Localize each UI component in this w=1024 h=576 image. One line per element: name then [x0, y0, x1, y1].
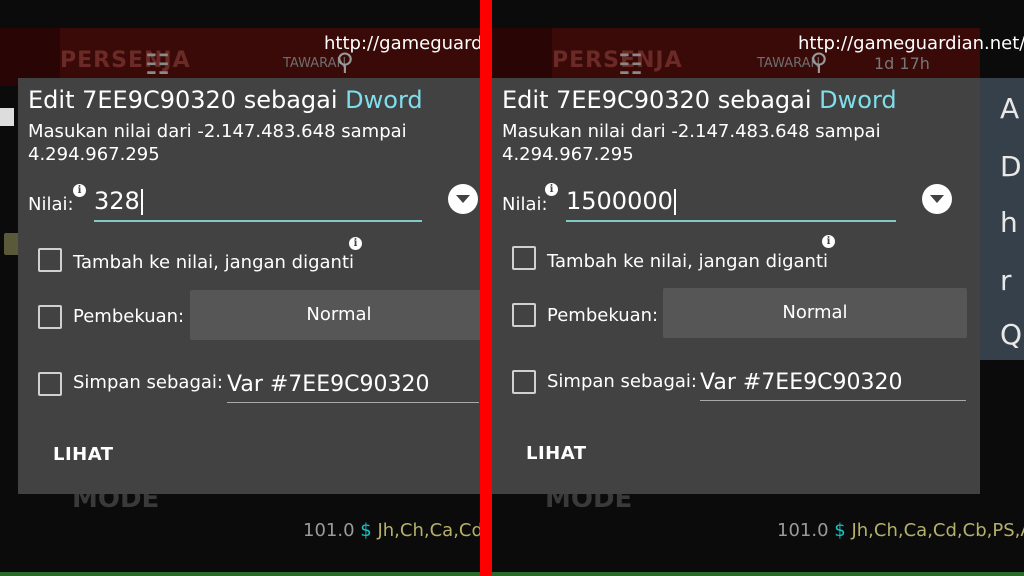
info-icon[interactable]: i [545, 183, 558, 196]
text-cursor [673, 189, 676, 215]
edit-value-dialog: Edit 7EE9C90320 sebagai Dword Masukan ni… [492, 78, 980, 494]
value-label: Nilai: [502, 194, 548, 215]
dollar-sign: $ [834, 520, 846, 541]
background-app-element [0, 108, 14, 126]
keyboard-key[interactable]: D [1000, 150, 1022, 183]
save-as-input[interactable]: Var #7EE9C90320 [227, 368, 479, 403]
value-label: Nilai: [28, 194, 74, 215]
value-type: Dword [345, 86, 423, 114]
save-as-checkbox[interactable] [512, 370, 536, 394]
save-as-checkbox[interactable] [38, 372, 62, 396]
url-text: http://gameguardian.net/ [798, 33, 1024, 54]
freeze-checkbox[interactable] [512, 303, 536, 327]
freeze-type-select[interactable]: Normal [190, 290, 480, 340]
freeze-type-select[interactable]: Normal [663, 288, 967, 338]
chevron-down-icon[interactable] [922, 184, 952, 214]
left-screenshot-panel: PERSENJA ☷ TAWARAN ⚲ http://gameguard MO… [0, 0, 480, 576]
keyboard-key[interactable]: h [1000, 206, 1018, 239]
status-line [492, 572, 1024, 576]
dialog-title: Edit 7EE9C90320 sebagai Dword [28, 86, 423, 114]
memory-region-info: 101.0 $ Jh,Ch,Ca,Cd [303, 520, 480, 541]
add-to-value-checkbox[interactable] [512, 246, 536, 270]
value-type: Dword [819, 86, 897, 114]
value-range-description: Masukan nilai dari -2.147.483.648 sampai… [502, 121, 881, 165]
value-range-description: Masukan nilai dari -2.147.483.648 sampai… [28, 121, 407, 165]
filter-settings-icon[interactable]: ☷ [618, 48, 643, 81]
keyboard-key[interactable]: A [1000, 92, 1019, 125]
save-as-input[interactable]: Var #7EE9C90320 [700, 366, 966, 401]
dialog-title: Edit 7EE9C90320 sebagai Dword [502, 86, 897, 114]
info-icon[interactable]: i [73, 184, 86, 197]
value-number: 101.0 [303, 520, 355, 541]
view-button[interactable]: LIHAT [526, 443, 587, 464]
add-to-value-label: Tambah ke nilai, jangan diganti [547, 251, 829, 272]
memory-region-info: 101.0 $ Jh,Ch,Ca,Cd,Cb,PS,A [777, 520, 1024, 541]
edit-value-dialog: Edit 7EE9C90320 sebagai Dword Masukan ni… [18, 78, 480, 494]
info-icon[interactable]: i [822, 235, 835, 248]
save-as-label: Simpan sebagai: [73, 372, 223, 393]
keyboard-suggestion-strip: A D h r Q [980, 78, 1024, 360]
banner-text: PERSENJA [60, 48, 191, 73]
status-line [0, 572, 480, 576]
freeze-checkbox[interactable] [38, 305, 62, 329]
region-list: Jh,Ch,Ca,Cd [377, 520, 480, 541]
text-cursor [140, 189, 143, 215]
chevron-down-icon[interactable] [448, 184, 478, 214]
value-input[interactable]: 1500000 [566, 182, 896, 222]
red-divider [480, 0, 492, 576]
keyboard-key[interactable]: Q [1000, 318, 1022, 351]
region-list: Jh,Ch,Ca,Cd,Cb,PS,A [851, 520, 1024, 541]
keyboard-key[interactable]: r [1000, 264, 1012, 297]
view-button[interactable]: LIHAT [53, 444, 114, 465]
save-as-label: Simpan sebagai: [547, 371, 697, 392]
add-to-value-checkbox[interactable] [38, 248, 62, 272]
url-text: http://gameguard [324, 33, 480, 54]
right-screenshot-panel: PERSENJA ☷ TAWARAN ⚲ 1d 17h http://gameg… [492, 0, 1024, 576]
dollar-sign: $ [360, 520, 372, 541]
time-label: 1d 17h [874, 54, 930, 73]
info-icon[interactable]: i [349, 237, 362, 250]
freeze-label: Pembekuan: [73, 306, 185, 327]
filter-settings-icon[interactable]: ☷ [145, 48, 170, 81]
add-to-value-label: Tambah ke nilai, jangan diganti [73, 252, 355, 273]
value-number: 101.0 [777, 520, 829, 541]
freeze-label: Pembekuan: [547, 305, 659, 326]
value-input[interactable]: 328 [94, 182, 422, 222]
